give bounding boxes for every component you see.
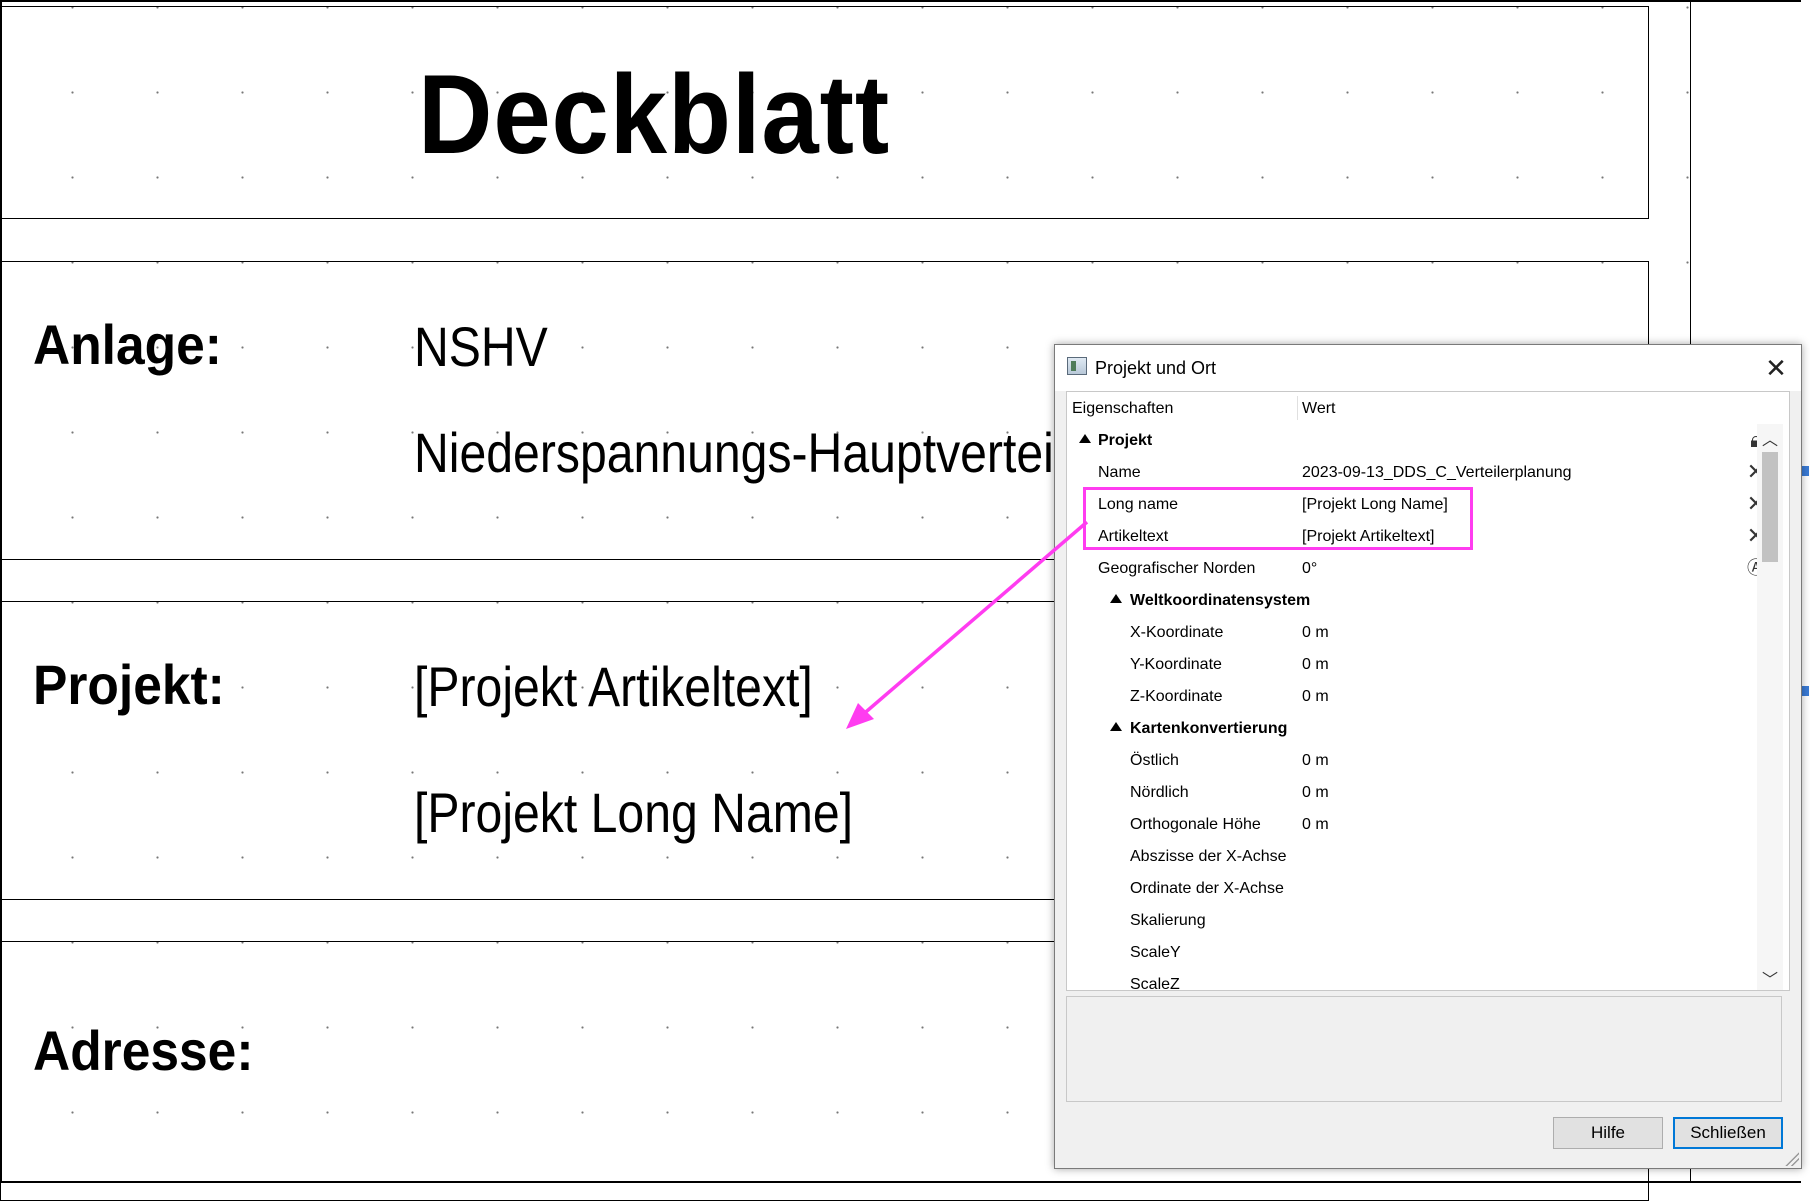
group-row-weltkoordinatensystem[interactable]: Weltkoordinatensystem [1067,584,1757,616]
collapse-triangle-icon[interactable] [1110,722,1122,731]
property-row-name[interactable]: Name 2023-09-13_DDS_C_Verteilerplanung ✕ [1067,456,1765,488]
chevron-up-icon[interactable]: ︿ [1757,426,1783,449]
property-name: Skalierung [1130,912,1206,929]
column-header-properties[interactable]: Eigenschaften [1072,400,1173,418]
close-icon[interactable]: ✕ [1761,353,1791,383]
collapse-triangle-icon[interactable] [1079,434,1091,443]
dialog-title: Projekt und Ort [1095,358,1217,378]
close-button[interactable]: Schließen [1673,1117,1783,1149]
property-name: Abszisse der X-Achse [1130,848,1287,865]
property-name: Ordinate der X-Achse [1130,880,1284,897]
property-value[interactable]: 0 m [1302,752,1329,770]
property-row-noerdlich[interactable]: Nördlich 0 m [1067,776,1757,808]
projekt-label: Projekt: [33,653,225,716]
property-name: Nördlich [1130,784,1189,801]
property-row-skalierung[interactable]: Skalierung [1067,904,1757,936]
property-value[interactable]: 0 m [1302,656,1329,674]
property-name: Y-Koordinate [1130,656,1222,673]
property-row-x[interactable]: X-Koordinate 0 m [1067,616,1757,648]
property-row-north[interactable]: Geografischer Norden 0° Ⓐ [1067,552,1765,584]
resize-grip[interactable] [1785,1152,1799,1166]
property-grid-header: Eigenschaften Wert [1067,392,1789,424]
chevron-down-icon[interactable]: ﹀ [1757,966,1783,989]
collapse-triangle-icon[interactable] [1110,594,1122,603]
property-name: Projekt [1098,432,1153,449]
sheet-title: Deckblatt [418,52,891,177]
property-row-y[interactable]: Y-Koordinate 0 m [1067,648,1757,680]
property-value[interactable]: 0 m [1302,784,1329,802]
description-panel [1066,996,1782,1102]
property-name: Östlich [1130,752,1179,769]
property-row-abszisse[interactable]: Abszisse der X-Achse [1067,840,1757,872]
strip-marker [1801,466,1809,476]
help-button[interactable]: Hilfe [1553,1117,1663,1149]
anlage-value-2: Niederspannungs-Hauptverteil [414,421,1065,484]
property-value[interactable]: 0 m [1302,624,1329,642]
property-grid: Eigenschaften Wert Projekt 🔒︎ Name 2023-… [1066,391,1790,991]
property-row-z[interactable]: Z-Koordinate 0 m [1067,680,1757,712]
vertical-scrollbar[interactable]: ︿ ﹀ [1757,424,1783,990]
property-name: Orthogonale Höhe [1130,816,1261,833]
property-value[interactable]: 0° [1302,560,1317,578]
anlage-value-1: NSHV [414,315,548,378]
project-location-dialog: Projekt und Ort ✕ Eigenschaften Wert Pro… [1054,344,1802,1169]
property-name: ScaleZ [1130,976,1180,991]
property-row-scalez[interactable]: ScaleZ [1067,968,1757,991]
property-row-ordinate[interactable]: Ordinate der X-Achse [1067,872,1757,904]
projekt-value-longname: [Projekt Long Name] [414,781,854,844]
right-edge-strip [1801,0,1810,1183]
property-row-oestlich[interactable]: Östlich 0 m [1067,744,1757,776]
adresse-label: Adresse: [33,1019,254,1082]
group-row-projekt[interactable]: Projekt 🔒︎ [1067,424,1762,456]
window-icon [1067,357,1087,375]
property-name: ScaleY [1130,944,1181,961]
annotation-highlight-box [1083,487,1473,550]
property-value[interactable]: 0 m [1302,816,1329,834]
dialog-titlebar[interactable]: Projekt und Ort ✕ [1055,345,1801,391]
column-separator[interactable] [1297,396,1298,420]
property-name: Weltkoordinatensystem [1130,592,1311,609]
strip-marker [1801,686,1809,696]
scrollbar-thumb[interactable] [1762,452,1778,562]
property-row-hoehe[interactable]: Orthogonale Höhe 0 m [1067,808,1757,840]
property-value[interactable]: 2023-09-13_DDS_C_Verteilerplanung [1302,464,1572,482]
property-name: X-Koordinate [1130,624,1224,641]
property-name: Name [1098,464,1141,481]
property-name: Z-Koordinate [1130,688,1223,705]
property-value[interactable]: 0 m [1302,688,1329,706]
property-name: Kartenkonvertierung [1130,720,1288,737]
group-row-kartenkonvertierung[interactable]: Kartenkonvertierung [1067,712,1757,744]
property-name: Geografischer Norden [1098,560,1256,577]
column-header-value[interactable]: Wert [1302,400,1335,418]
anlage-label: Anlage: [33,313,222,376]
property-row-scaley[interactable]: ScaleY [1067,936,1757,968]
projekt-value-artikeltext: [Projekt Artikeltext] [414,655,813,718]
